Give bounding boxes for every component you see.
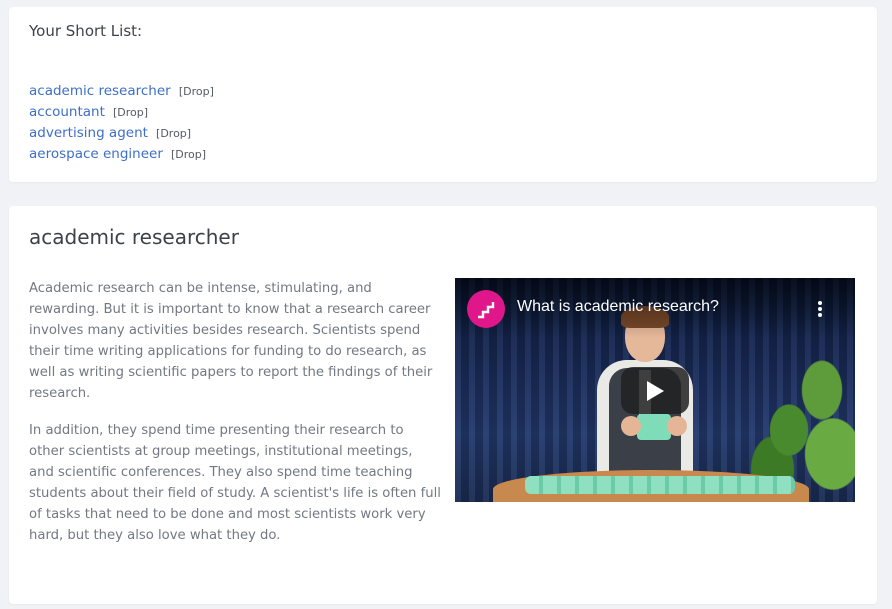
drop-link[interactable]: [Drop] — [171, 148, 206, 161]
play-button[interactable] — [621, 367, 689, 414]
play-icon — [647, 380, 664, 401]
shortlist-item: aerospace engineer [Drop] — [29, 142, 214, 163]
more-vertical-icon[interactable] — [815, 300, 825, 321]
video-hand-right — [667, 416, 687, 436]
shortlist-item: academic researcher [Drop] — [29, 79, 214, 100]
video-hand-left — [621, 416, 641, 436]
description-paragraph: In addition, they spend time presenting … — [29, 423, 441, 543]
drop-link[interactable]: [Drop] — [179, 85, 214, 98]
drop-link[interactable]: [Drop] — [156, 127, 191, 140]
shortlist-item: advertising agent [Drop] — [29, 121, 214, 142]
shortlist-item: accountant [Drop] — [29, 100, 214, 121]
drop-link[interactable]: [Drop] — [113, 106, 148, 119]
shortlist-link-academic-researcher[interactable]: academic researcher — [29, 83, 171, 99]
shortlist: academic researcher [Drop] accountant [D… — [29, 79, 214, 163]
shortlist-card: Your Short List: academic researcher [Dr… — [9, 7, 877, 182]
staircase-logo-icon[interactable] — [467, 290, 505, 328]
career-title: academic researcher — [29, 225, 239, 249]
shortlist-title: Your Short List: — [29, 22, 143, 40]
shortlist-link-aerospace-engineer[interactable]: aerospace engineer — [29, 146, 163, 162]
video-puzzle-piece — [637, 414, 671, 440]
career-card: academic researcher Academic research ca… — [9, 206, 877, 604]
description-paragraph: Academic research can be intense, stimul… — [29, 281, 433, 401]
career-description: Academic research can be intense, stimul… — [29, 278, 441, 562]
video-puzzle-pieces — [525, 476, 795, 494]
shortlist-link-advertising-agent[interactable]: advertising agent — [29, 125, 148, 141]
shortlist-link-accountant[interactable]: accountant — [29, 104, 105, 120]
video-player[interactable]: What is academic research? — [455, 278, 855, 502]
video-title[interactable]: What is academic research? — [517, 298, 719, 316]
